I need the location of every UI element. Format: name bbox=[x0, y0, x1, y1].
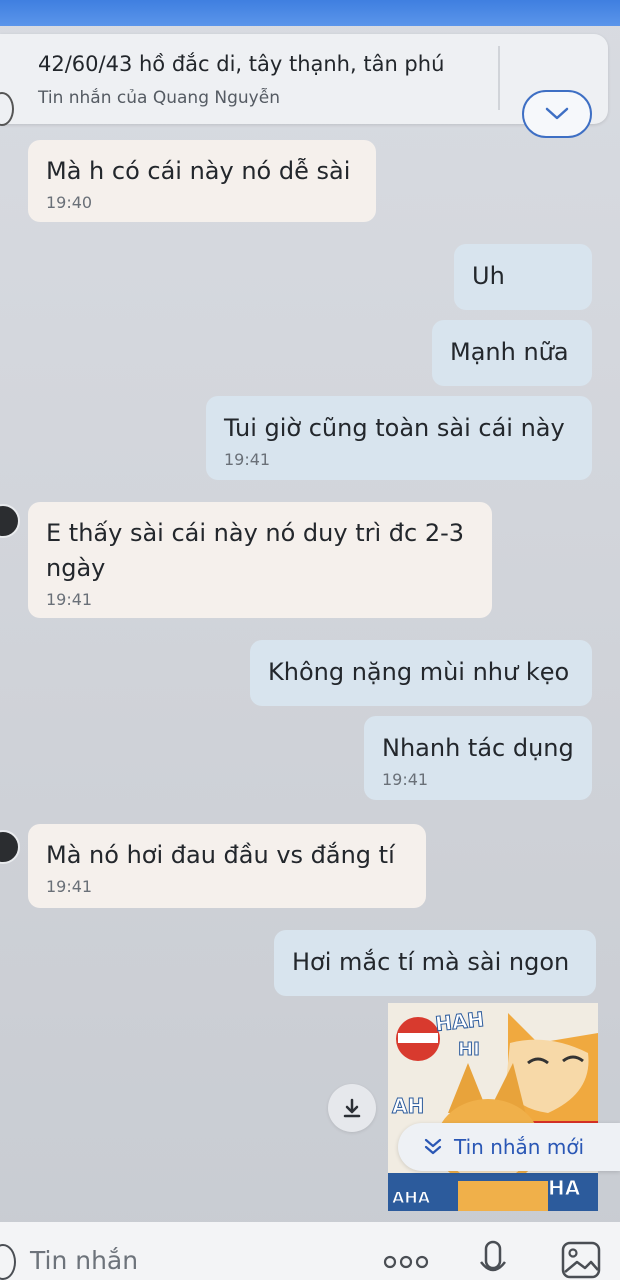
new-messages-label: Tin nhắn mới bbox=[454, 1135, 585, 1159]
message-bubble-sent[interactable]: Nhanh tác dụng 19:41 bbox=[364, 716, 592, 800]
message-time: 19:40 bbox=[46, 193, 93, 212]
message-text: Mà nó hơi đau đầu vs đắng tí bbox=[46, 841, 395, 869]
sticker-text: HAH bbox=[434, 1007, 485, 1036]
message-time: 19:41 bbox=[224, 450, 271, 469]
message-text: Tui giờ cũng toàn sài cái này bbox=[224, 414, 565, 442]
message-input-bar: Tin nhắn bbox=[0, 1222, 620, 1280]
sticker-image[interactable]: HAH HI AH AHA HA bbox=[388, 1003, 598, 1211]
message-time: 19:41 bbox=[382, 770, 429, 789]
double-chevron-down-icon bbox=[424, 1138, 442, 1155]
pinned-message-banner[interactable]: 42/60/43 hồ đắc di, tây thạnh, tân phú T… bbox=[0, 34, 608, 138]
message-time: 19:41 bbox=[46, 877, 93, 896]
sticker-text: AH bbox=[392, 1094, 424, 1118]
fox-sticker-art: HAH HI AH AHA HA bbox=[388, 1003, 598, 1211]
image-icon[interactable] bbox=[560, 1240, 602, 1280]
divider bbox=[498, 46, 500, 110]
back-icon[interactable] bbox=[0, 92, 14, 126]
message-input[interactable]: Tin nhắn bbox=[30, 1246, 138, 1275]
message-bubble-received[interactable]: Mà h có cái này nó dễ sài 19:40 bbox=[28, 140, 376, 222]
message-text: Hơi mắc tí mà sài ngon bbox=[292, 948, 570, 976]
message-text: Mà h có cái này nó dễ sài bbox=[46, 157, 351, 185]
pinned-title: 42/60/43 hồ đắc di, tây thạnh, tân phú bbox=[38, 52, 445, 76]
expand-button[interactable] bbox=[522, 90, 592, 138]
message-text: Không nặng mùi như kẹo bbox=[268, 658, 570, 686]
more-icon[interactable] bbox=[382, 1254, 430, 1270]
message-bubble-sent[interactable]: Hơi mắc tí mà sài ngon bbox=[274, 930, 596, 996]
message-bubble-sent[interactable]: Uh bbox=[454, 244, 592, 310]
pinned-subtitle: Tin nhắn của Quang Nguyễn bbox=[38, 88, 280, 108]
sticker-text: HA bbox=[548, 1176, 581, 1200]
message-text: Nhanh tác dụng bbox=[382, 734, 574, 762]
download-button[interactable] bbox=[328, 1084, 376, 1132]
message-text: Mạnh nữa bbox=[450, 338, 569, 366]
message-time: 19:41 bbox=[46, 590, 93, 609]
avatar[interactable] bbox=[0, 830, 20, 864]
sticker-text: HI bbox=[458, 1039, 480, 1060]
emoji-icon[interactable] bbox=[0, 1244, 16, 1280]
message-text: E thấy sài cái này nó duy trì đc 2-3 ngà… bbox=[46, 519, 465, 582]
message-bubble-sent[interactable]: Tui giờ cũng toàn sài cái này 19:41 bbox=[206, 396, 592, 480]
message-bubble-received[interactable]: E thấy sài cái này nó duy trì đc 2-3 ngà… bbox=[28, 502, 492, 618]
message-bubble-sent[interactable]: Mạnh nữa bbox=[432, 320, 592, 386]
sticker-text: AHA bbox=[392, 1188, 431, 1207]
status-bar bbox=[0, 0, 620, 26]
chevron-down-icon bbox=[545, 107, 569, 120]
message-bubble-sent[interactable]: Không nặng mùi như kẹo bbox=[250, 640, 592, 706]
message-bubble-received[interactable]: Mà nó hơi đau đầu vs đắng tí 19:41 bbox=[28, 824, 426, 908]
new-messages-button[interactable]: Tin nhắn mới bbox=[398, 1123, 620, 1171]
message-text: Uh bbox=[472, 262, 505, 290]
microphone-icon[interactable] bbox=[478, 1240, 508, 1280]
avatar[interactable] bbox=[0, 504, 20, 538]
download-icon bbox=[343, 1098, 361, 1118]
